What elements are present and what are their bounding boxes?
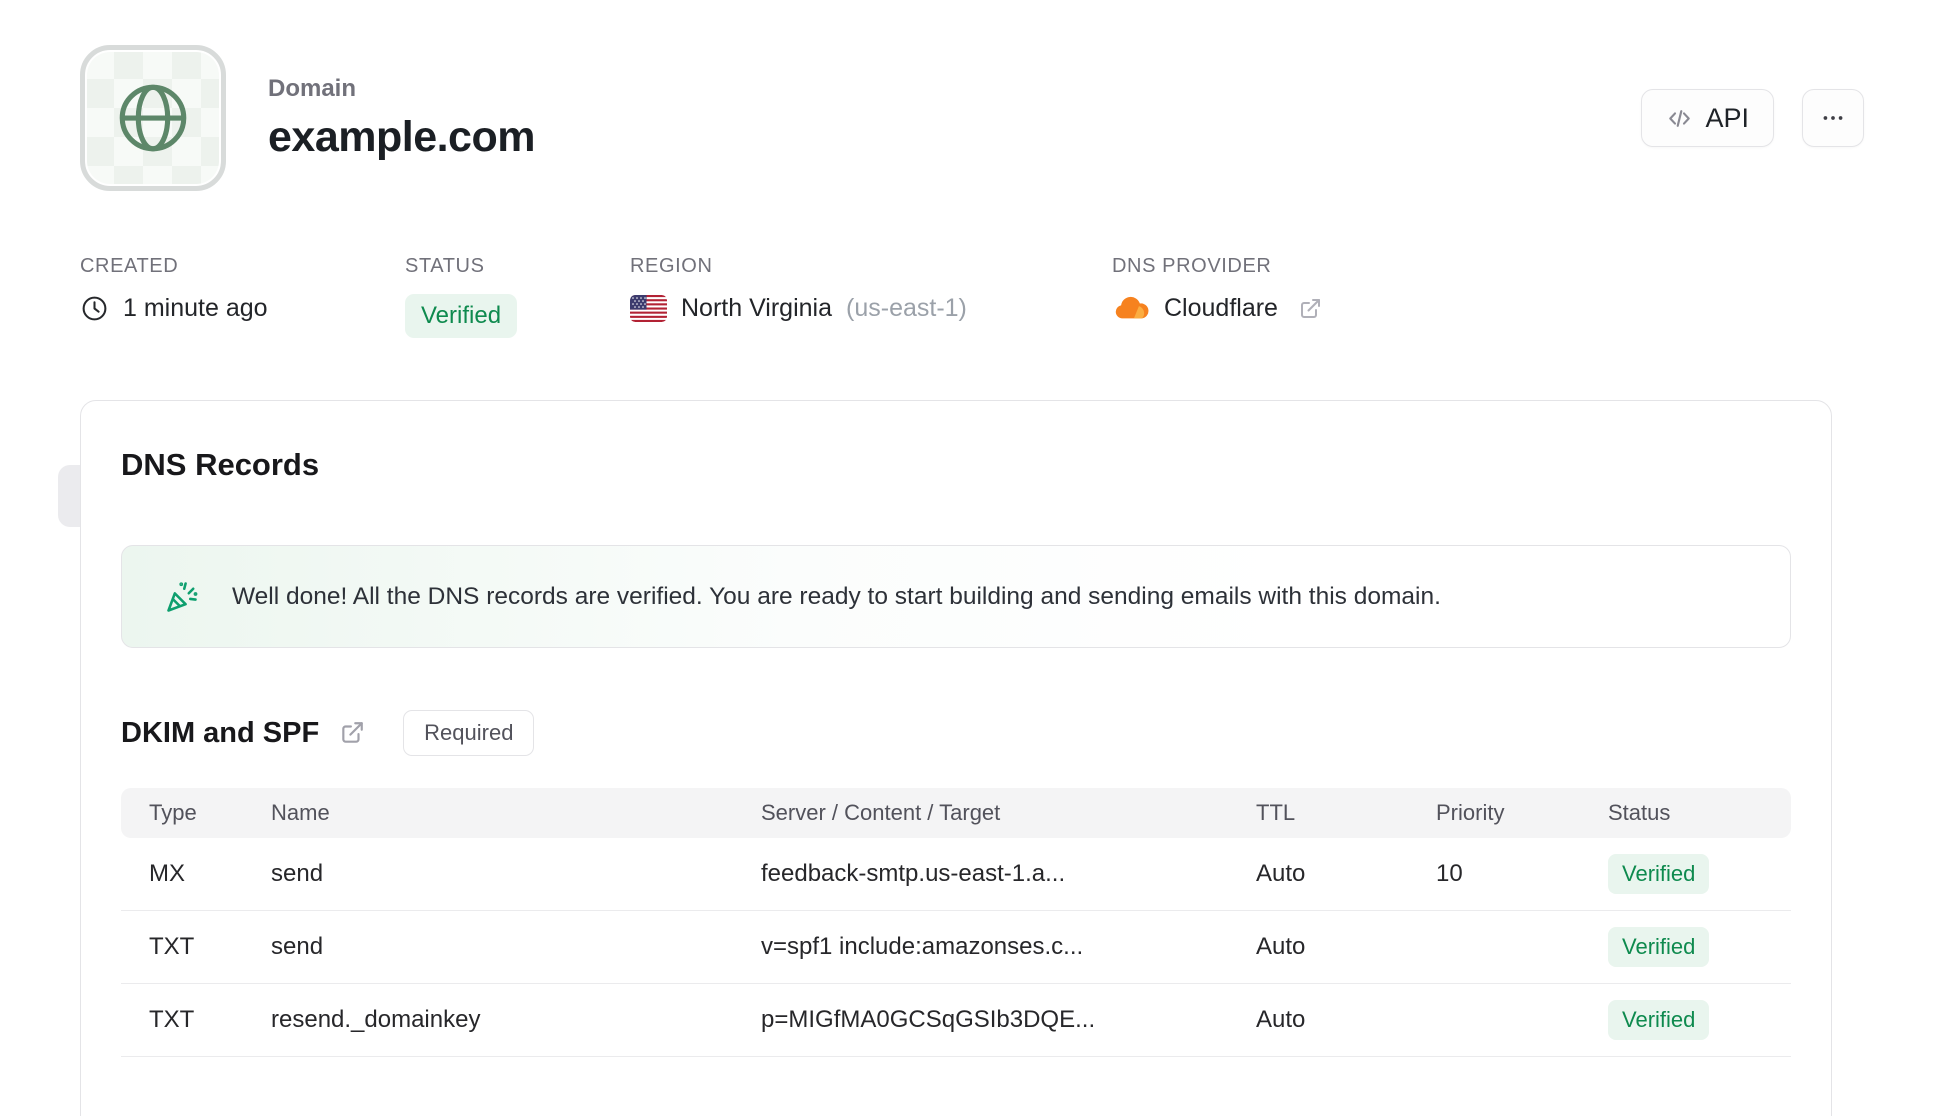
record-type: TXT (149, 1006, 195, 1033)
region-value: North Virginia (681, 294, 833, 322)
clock-icon (82, 296, 107, 321)
dns-records-table: Type Name Server / Content / Target TTL … (121, 788, 1791, 1057)
party-popper-icon (167, 581, 198, 612)
meta-status: STATUS Verified (405, 255, 630, 338)
success-banner-text: Well done! All the DNS records are verif… (232, 582, 1441, 610)
domain-avatar (80, 45, 226, 191)
table-row[interactable]: MX send feedback-smtp.us-east-1.a... Aut… (121, 838, 1791, 911)
record-content[interactable]: feedback-smtp.us-east-1.a... (761, 860, 1256, 888)
record-ttl: Auto (1256, 933, 1306, 960)
column-header-content: Server / Content / Target (761, 800, 1001, 825)
domain-detail-page: Domain example.com API CREATED 1 minute … (0, 0, 1944, 1116)
cloudflare-icon (1115, 296, 1149, 318)
dkim-spf-section-header: DKIM and SPF Required (121, 710, 1791, 756)
external-link-icon[interactable] (1298, 297, 1322, 321)
more-options-button[interactable] (1802, 89, 1864, 147)
us-flag-icon (630, 295, 667, 322)
dns-provider-value: Cloudflare (1164, 294, 1278, 322)
column-header-priority: Priority (1436, 800, 1505, 825)
status-badge: Verified (405, 294, 518, 338)
record-name: resend._domainkey (271, 1006, 481, 1033)
globe-icon (119, 84, 187, 152)
record-name: send (271, 933, 324, 960)
record-type: MX (149, 860, 185, 887)
table-row[interactable]: TXT resend._domainkey p=MIGfMA0GCSqGSIb3… (121, 984, 1791, 1057)
region-code: (us-east-1) (846, 294, 967, 322)
status-label: STATUS (405, 255, 485, 277)
dns-records-title: DNS Records (121, 447, 320, 482)
page-title: example.com (268, 112, 535, 161)
api-button[interactable]: API (1641, 89, 1774, 147)
page-header: Domain example.com API (80, 45, 1864, 191)
domain-meta: CREATED 1 minute ago STATUS Verified REG… (80, 255, 1864, 338)
table-header-row: Type Name Server / Content / Target TTL … (121, 788, 1791, 838)
column-header-ttl: TTL (1256, 800, 1296, 825)
created-value: 1 minute ago (123, 294, 268, 322)
created-label: CREATED (80, 255, 179, 277)
record-content[interactable]: p=MIGfMA0GCSqGSIb3DQE... (761, 1006, 1256, 1034)
external-link-icon[interactable] (339, 720, 365, 746)
record-ttl: Auto (1256, 1006, 1306, 1033)
dkim-spf-title: DKIM and SPF (121, 716, 320, 749)
record-ttl: Auto (1256, 860, 1306, 887)
page-kicker: Domain (268, 74, 357, 102)
dns-records-card: DNS Records Well done! All the DNS recor… (80, 400, 1832, 1116)
record-type: TXT (149, 933, 195, 960)
code-icon (1669, 109, 1691, 127)
meta-region: REGION North Virginia (us-east-1) (630, 255, 1112, 338)
column-header-type: Type (149, 800, 197, 825)
record-status-badge: Verified (1608, 927, 1710, 967)
region-label: REGION (630, 255, 713, 277)
dns-provider-label: DNS PROVIDER (1112, 255, 1272, 277)
api-button-label: API (1705, 102, 1749, 133)
table-row[interactable]: TXT send v=spf1 include:amazonses.c... A… (121, 911, 1791, 984)
ellipsis-icon (1823, 116, 1843, 120)
column-header-name: Name (271, 800, 330, 825)
meta-created: CREATED 1 minute ago (80, 255, 405, 338)
required-badge: Required (403, 710, 535, 756)
record-content[interactable]: v=spf1 include:amazonses.c... (761, 933, 1256, 961)
column-header-status: Status (1608, 800, 1671, 825)
record-status-badge: Verified (1608, 854, 1710, 894)
record-status-badge: Verified (1608, 1000, 1710, 1040)
success-banner: Well done! All the DNS records are verif… (121, 545, 1791, 648)
record-name: send (271, 860, 324, 887)
meta-dns-provider: DNS PROVIDER Cloudflare (1112, 255, 1322, 338)
record-priority: 10 (1436, 860, 1463, 887)
